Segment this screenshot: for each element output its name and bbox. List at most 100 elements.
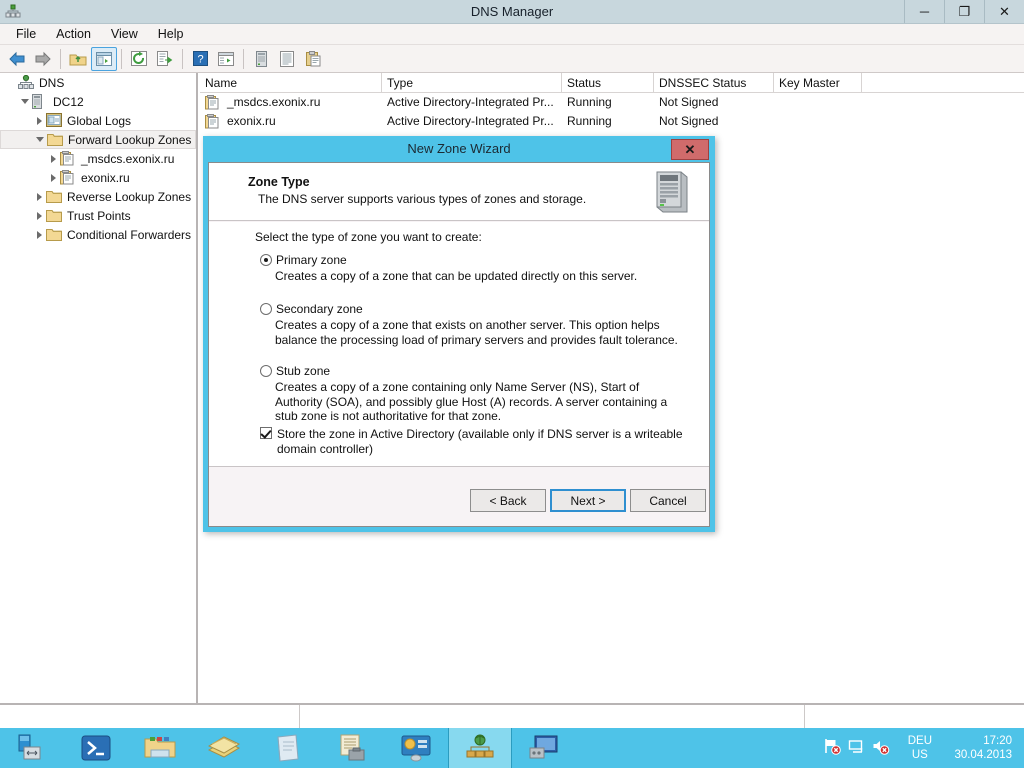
- paste-button[interactable]: [300, 47, 326, 71]
- export-list-button[interactable]: [152, 47, 178, 71]
- checkbox-store-in-active-directory[interactable]: [260, 427, 272, 439]
- statusbar: [0, 703, 1024, 728]
- menu-help[interactable]: Help: [148, 25, 194, 43]
- back-button[interactable]: < Back: [470, 489, 546, 512]
- expand-arrow-icon[interactable]: [33, 130, 47, 149]
- dialog-header-title: Zone Type: [248, 175, 310, 189]
- collapse-arrow-icon[interactable]: [46, 149, 60, 168]
- document-lines-button[interactable]: [274, 47, 300, 71]
- twisty-glyph: [36, 137, 44, 142]
- radio-secondary-zone[interactable]: [260, 303, 272, 315]
- taskbar-books[interactable]: [192, 728, 256, 768]
- taskbar-dns-manager[interactable]: [448, 728, 512, 768]
- tree-item-reverse-lookup-zones[interactable]: Reverse Lookup Zones: [0, 187, 196, 206]
- taskbar-file-explorer[interactable]: [128, 728, 192, 768]
- list-column-status[interactable]: Status: [562, 73, 654, 92]
- option-secondary-zone[interactable]: Secondary zone Creates a copy of a zone …: [260, 302, 679, 347]
- svg-text:?: ?: [197, 54, 203, 66]
- next-button[interactable]: Next >: [550, 489, 626, 512]
- twisty-glyph: [36, 116, 42, 125]
- table-row[interactable]: exonix.ru Active Directory-Integrated Pr.…: [200, 112, 1024, 131]
- store-in-ad-row[interactable]: Store the zone in Active Directory (avai…: [260, 427, 692, 456]
- console-tree-button[interactable]: [91, 46, 117, 71]
- collapse-arrow-icon[interactable]: [32, 206, 46, 225]
- dialog-close-button[interactable]: ✕: [671, 139, 709, 160]
- list-column-key-master[interactable]: Key Master: [774, 73, 862, 92]
- expand-arrow-icon[interactable]: [18, 92, 32, 111]
- collapse-arrow-icon[interactable]: [32, 225, 46, 244]
- taskbar-remote-desktop[interactable]: [512, 728, 576, 768]
- option-secondary-zone-label: Secondary zone: [276, 302, 363, 316]
- taskbar-server-manager[interactable]: [0, 728, 64, 768]
- dialog-title: New Zone Wizard: [407, 141, 511, 156]
- twisty-glyph: [21, 99, 29, 104]
- taskbar-scripts[interactable]: [320, 728, 384, 768]
- collapse-arrow-icon[interactable]: [32, 111, 46, 130]
- refresh-button[interactable]: [126, 47, 152, 71]
- tree-item-label: Conditional Forwarders: [67, 227, 192, 242]
- tree-item-label: Trust Points: [67, 208, 131, 223]
- tree-item-forward-lookup-zones[interactable]: Forward Lookup Zones: [0, 130, 196, 149]
- window-title: DNS Manager: [470, 4, 554, 19]
- tree-item-dns[interactable]: DNS: [0, 73, 196, 92]
- tree-item-trust-points[interactable]: Trust Points: [0, 206, 196, 225]
- list-column-dnssec-status[interactable]: DNSSEC Status: [654, 73, 774, 92]
- collapse-arrow-icon[interactable]: [32, 187, 46, 206]
- tree-item-label: DNS: [39, 75, 65, 90]
- minimize-button[interactable]: ─: [904, 0, 944, 23]
- window-controls: ─ ❐ ✕: [904, 0, 1024, 24]
- taskbar-powershell[interactable]: [64, 728, 128, 768]
- menu-action[interactable]: Action: [46, 25, 101, 43]
- volume-muted-icon[interactable]: [872, 738, 890, 758]
- close-button[interactable]: ✕: [984, 0, 1024, 23]
- option-stub-zone[interactable]: Stub zone Creates a copy of a zone conta…: [260, 364, 673, 424]
- twisty-glyph: [36, 211, 42, 220]
- tree-item-exonix-ru[interactable]: exonix.ru: [0, 168, 196, 187]
- collapse-arrow-icon[interactable]: [46, 168, 60, 187]
- language-indicator[interactable]: DEU US: [900, 734, 940, 762]
- tree-item-global-logs[interactable]: Global Logs: [0, 111, 196, 130]
- server-icon: [32, 93, 50, 110]
- network-flag-error-icon[interactable]: [824, 738, 841, 758]
- list-column-name[interactable]: Name: [200, 73, 382, 92]
- forward-button[interactable]: [30, 47, 56, 71]
- menu-view[interactable]: View: [101, 25, 148, 43]
- taskbar-control-panel[interactable]: [384, 728, 448, 768]
- toolbar-separator: [243, 48, 244, 69]
- taskbar: DEU US 17:20 30.04.2013: [0, 728, 1024, 768]
- help-button[interactable]: ?: [187, 47, 213, 71]
- option-primary-zone-description: Creates a copy of a zone that can be upd…: [275, 269, 638, 283]
- dialog-main: Select the type of zone you want to crea…: [209, 222, 709, 466]
- option-secondary-zone-label-row[interactable]: Secondary zone: [260, 302, 679, 316]
- restore-button[interactable]: ❐: [944, 0, 984, 23]
- cancel-button[interactable]: Cancel: [630, 489, 706, 512]
- table-row[interactable]: _msdcs.exonix.ru Active Directory-Integra…: [200, 93, 1024, 112]
- server-tower-button[interactable]: [248, 47, 274, 71]
- clock[interactable]: 17:20 30.04.2013: [940, 734, 1024, 762]
- cell-dnssec_status: Not Signed: [659, 95, 719, 109]
- tree-item-dc12[interactable]: DC12: [0, 92, 196, 111]
- tree-item-msdcs-exonix-ru[interactable]: _msdcs.exonix.ru: [0, 149, 196, 168]
- tree-item-label: Reverse Lookup Zones: [67, 189, 192, 204]
- menu-file[interactable]: File: [6, 25, 46, 43]
- zone-icon: [60, 169, 78, 186]
- console-tree-pane[interactable]: DNS DC12 Global Logs Forward Lookup Zones _m…: [0, 73, 198, 703]
- zone-icon: [205, 113, 223, 130]
- taskbar-notepad[interactable]: [256, 728, 320, 768]
- option-primary-zone[interactable]: Primary zone Creates a copy of a zone th…: [260, 253, 637, 284]
- list-column-type[interactable]: Type: [382, 73, 562, 92]
- properties-window-button[interactable]: [213, 47, 239, 71]
- cell-text: _msdcs.exonix.ru: [227, 95, 321, 109]
- option-primary-zone-label-row[interactable]: Primary zone: [260, 253, 637, 267]
- up-folder-button[interactable]: [65, 47, 91, 71]
- option-secondary-zone-description: Creates a copy of a zone that exists on …: [275, 318, 678, 347]
- radio-primary-zone[interactable]: [260, 254, 272, 266]
- radio-stub-zone[interactable]: [260, 365, 272, 377]
- store-in-ad-label: Store the zone in Active Directory (avai…: [277, 427, 683, 456]
- option-stub-zone-label-row[interactable]: Stub zone: [260, 364, 673, 378]
- back-button[interactable]: [4, 47, 30, 71]
- tree-item-conditional-forwarders[interactable]: Conditional Forwarders: [0, 225, 196, 244]
- toolbar: ?: [0, 45, 1024, 73]
- language-line1: DEU: [907, 735, 932, 747]
- network-icon[interactable]: [848, 739, 865, 758]
